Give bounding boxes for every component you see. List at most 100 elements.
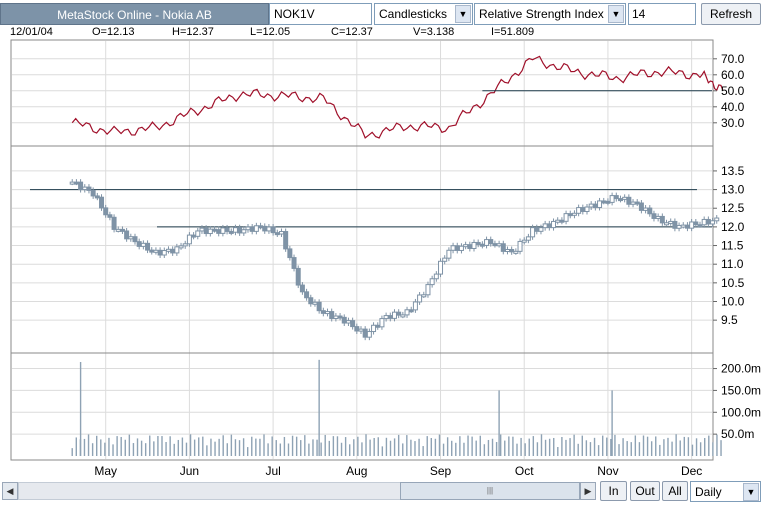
y-tick-label: 100.0m <box>721 405 761 419</box>
candle-body <box>433 273 439 280</box>
candle-body <box>153 249 159 253</box>
interval-value: Daily <box>695 485 722 499</box>
candle-body <box>400 314 406 318</box>
candle-body <box>333 315 339 319</box>
candle-body <box>145 242 151 251</box>
candle-body <box>421 294 427 298</box>
candle-body <box>559 219 565 223</box>
candle-body <box>664 222 670 226</box>
candle-body <box>245 226 251 231</box>
zoom-in-button[interactable]: In <box>600 481 627 501</box>
candle-body <box>253 225 259 232</box>
candle-body <box>651 213 657 219</box>
x-tick-label: Nov <box>597 464 618 478</box>
candle-body <box>266 226 272 232</box>
volume-layer <box>71 359 722 456</box>
x-tick-label: May <box>94 464 117 478</box>
candle-body <box>241 229 247 234</box>
candle-body <box>224 227 230 232</box>
y-tick-label: 9.5 <box>721 313 738 327</box>
x-tick-label: Jun <box>180 464 199 478</box>
candle-body <box>312 301 318 305</box>
candle-body <box>128 236 134 240</box>
candle-body <box>396 311 402 316</box>
candle-body <box>320 310 326 314</box>
candle-body <box>387 315 393 319</box>
candle-body <box>295 267 301 286</box>
candle-body <box>199 227 205 232</box>
candle-body <box>676 224 682 229</box>
candle-body <box>609 195 615 203</box>
candle-body <box>316 301 322 312</box>
candle-body <box>442 257 448 262</box>
interval-select[interactable]: Daily ▼ <box>690 481 761 502</box>
candle-body <box>475 241 481 245</box>
candle-body <box>170 248 176 254</box>
candle-body <box>655 215 661 219</box>
y-tick-label: 12.5 <box>721 201 745 215</box>
candle-body <box>563 213 569 222</box>
candle-body <box>191 234 197 238</box>
candle-body <box>504 248 510 252</box>
show-all-button[interactable]: All <box>662 481 688 501</box>
candle-body <box>450 245 456 251</box>
candle-body <box>643 207 649 211</box>
candle-body <box>467 244 473 249</box>
candle-body <box>479 243 485 247</box>
candle-body <box>668 220 674 224</box>
candle-body <box>270 226 276 234</box>
candle-body <box>638 202 644 211</box>
candle-body <box>525 236 531 241</box>
candle-body <box>278 231 284 235</box>
candle-body <box>90 189 96 197</box>
scroll-right-button[interactable]: ▶ <box>580 482 596 500</box>
candle-body <box>693 221 699 226</box>
candle-body <box>371 324 377 333</box>
y-tick-label: 50.0m <box>721 427 754 441</box>
y-tick-label: 60.0 <box>721 68 745 82</box>
candle-body <box>379 318 385 328</box>
candle-body <box>325 311 331 315</box>
y-tick-label: 12.0 <box>721 220 745 234</box>
y-tick-label: 13.0 <box>721 183 745 197</box>
candle-body <box>287 248 293 259</box>
y-tick-label: 70.0 <box>721 52 745 66</box>
x-tick-label: Oct <box>515 464 534 478</box>
candle-body <box>354 326 360 332</box>
candle-body <box>597 200 603 208</box>
stock-chart: May Jun Jul Aug Sep Oct Nov Dec 70.0 60.0 50.0 40.0… <box>10 39 761 478</box>
y-tick-label: 11.5 <box>721 239 744 253</box>
zoom-out-button[interactable]: Out <box>630 481 660 501</box>
candle-body <box>689 221 695 229</box>
candle-body <box>107 214 113 218</box>
candle-body <box>178 245 184 249</box>
candle-body <box>165 248 171 252</box>
rsi-line <box>71 55 724 139</box>
y-tick-label: 200.0m <box>721 362 761 376</box>
candle-body <box>149 249 155 253</box>
candle-body <box>111 216 117 230</box>
candle-body <box>605 200 611 204</box>
candle-body <box>232 227 238 233</box>
candle-body <box>551 220 557 229</box>
candle-body <box>496 243 502 247</box>
candle-body <box>446 249 452 259</box>
grid-layer <box>12 41 712 459</box>
candle-body <box>534 227 540 232</box>
candle-body <box>484 239 490 246</box>
candle-body <box>291 257 297 269</box>
candle-body <box>391 311 397 319</box>
scroll-left-button[interactable]: ◀ <box>2 482 18 500</box>
candle-body <box>258 225 264 229</box>
scrollbar-thumb[interactable]: ||| <box>400 482 580 500</box>
candle-body <box>555 219 561 223</box>
candle-body <box>383 315 389 320</box>
candle-body <box>212 228 218 232</box>
candle-body <box>195 230 201 237</box>
candle-body <box>429 278 435 286</box>
candle-body <box>672 220 678 229</box>
candle-body <box>513 250 519 254</box>
candle-body <box>710 220 716 225</box>
candle-body <box>140 242 146 247</box>
chevron-down-icon[interactable]: ▼ <box>743 483 759 501</box>
